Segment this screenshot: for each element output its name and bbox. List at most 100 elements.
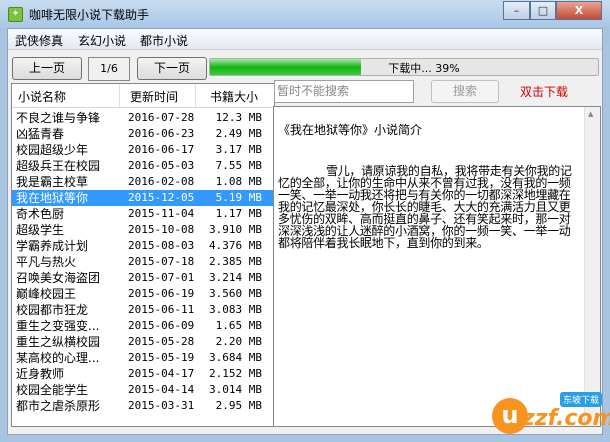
table-row[interactable]: 近身教师 2015-04-17 2.152 MB — [12, 366, 274, 382]
header-size[interactable]: 书籍大小 — [210, 88, 258, 105]
book-size: 12.3 MB — [215, 111, 262, 124]
page-indicator: 1/6 — [88, 57, 130, 81]
synopsis-panel: 《我在地狱等你》小说简介 雪儿，请原谅我的自私，我将带走有关你我的记忆的全部，让… — [273, 106, 601, 427]
novel-name: 不良之谁与争锋 — [16, 111, 101, 125]
minimize-button[interactable]: – — [503, 1, 530, 20]
table-row[interactable]: 重生之纵横校园 2015-05-28 2.20 MB — [12, 334, 274, 350]
table-row[interactable]: 超级兵王在校园 2016-05-03 7.55 MB — [12, 158, 274, 174]
table-row[interactable]: 校园都市狂龙 2015-06-11 3.083 MB — [12, 302, 274, 318]
update-date: 2015-06-09 — [128, 319, 195, 332]
book-size: 3.910 MB — [209, 223, 262, 236]
table-row[interactable]: 都市之虐杀原形 2015-03-31 2.95 MB — [12, 398, 274, 414]
update-date: 2016-07-28 — [128, 111, 195, 124]
table-row[interactable]: 学霸养成计划 2015-08-03 4.376 MB — [12, 238, 274, 254]
book-size: 2.49 MB — [215, 127, 262, 140]
table-row[interactable]: 校园超级少年 2016-06-17 3.17 MB — [12, 142, 274, 158]
book-size: 1.17 MB — [215, 207, 262, 220]
header-date[interactable]: 更新时间 — [130, 88, 178, 105]
synopsis-scrollbar[interactable]: ▲ — [584, 107, 600, 426]
menu-bar: 武侠修真 玄幻小说 都市小说 — [8, 29, 602, 50]
update-date: 2015-03-31 — [128, 399, 195, 412]
app-icon: ✦ — [8, 7, 23, 22]
novel-name: 重生之变强变... — [16, 319, 100, 333]
novel-name: 校园超级少年 — [16, 143, 89, 157]
table-row[interactable]: 我是霸主校草 2016-02-08 1.08 MB — [12, 174, 274, 190]
table-row[interactable]: 校园全能学生 2015-04-14 3.014 MB — [12, 382, 274, 398]
book-size: 3.083 MB — [209, 303, 262, 316]
book-size: 5.19 MB — [215, 191, 262, 204]
novel-name: 校园全能学生 — [16, 383, 89, 397]
table-row[interactable]: 平凡与热火 2015-07-18 2.385 MB — [12, 254, 274, 270]
novel-name: 巅峰校园王 — [16, 287, 77, 301]
novel-name: 我在地狱等你 — [16, 191, 89, 205]
book-size: 1.65 MB — [215, 319, 262, 332]
novel-name: 近身教师 — [16, 367, 65, 381]
update-date: 2015-07-01 — [128, 271, 195, 284]
novel-list[interactable]: 小说名称 更新时间 书籍大小 不良之谁与争锋 2016-07-28 12.3 MB 凶… — [11, 83, 275, 427]
menu-dushi[interactable]: 都市小说 — [140, 32, 188, 49]
novel-name: 都市之虐杀原形 — [16, 399, 101, 413]
menu-xuanhuan[interactable]: 玄幻小说 — [78, 32, 126, 49]
update-date: 2015-11-04 — [128, 207, 195, 220]
table-row[interactable]: 巅峰校园王 2015-06-19 3.560 MB — [12, 286, 274, 302]
main-window: 武侠修真 玄幻小说 都市小说 上一页 1/6 下一页 下载中... 39% 小说… — [7, 28, 603, 435]
update-date: 2016-05-03 — [128, 159, 195, 172]
table-row[interactable]: 重生之变强变... 2015-06-09 1.65 MB — [12, 318, 274, 334]
novel-name: 我是霸主校草 — [16, 175, 89, 189]
book-size: 2.95 MB — [215, 399, 262, 412]
novel-name: 重生之纵横校园 — [16, 335, 101, 349]
update-date: 2016-06-23 — [128, 127, 195, 140]
update-date: 2015-06-11 — [128, 303, 195, 316]
update-date: 2015-06-19 — [128, 287, 195, 300]
update-date: 2015-04-17 — [128, 367, 195, 380]
novel-name: 校园都市狂龙 — [16, 303, 89, 317]
list-header: 小说名称 更新时间 书籍大小 — [12, 84, 274, 108]
book-size: 3.684 MB — [209, 351, 262, 364]
update-date: 2015-08-03 — [128, 239, 195, 252]
book-size: 1.08 MB — [215, 175, 262, 188]
synopsis-body: 雪儿，请原谅我的自私，我将带走有关你我的记忆的全部，让你的生命中从来不曾有过我，… — [278, 164, 572, 250]
scroll-up-icon[interactable]: ▲ — [588, 110, 593, 118]
title-bar: ✦ 咖啡无限小说下载助手 – □ X — [0, 0, 610, 28]
download-progress: 下载中... 39% — [209, 58, 599, 76]
close-button[interactable]: X — [556, 1, 602, 20]
novel-name: 超级学生 — [16, 223, 65, 237]
synopsis-title: 《我在地狱等你》小说简介 — [278, 123, 423, 137]
watermark-logo: u zzf.com 东坡下载 — [492, 392, 610, 438]
search-button[interactable]: 搜索 — [431, 80, 499, 103]
novel-name: 超级兵王在校园 — [16, 159, 101, 173]
novel-name: 召唤美女海盗团 — [16, 271, 101, 285]
book-size: 3.014 MB — [209, 383, 262, 396]
book-size: 2.152 MB — [209, 367, 262, 380]
update-date: 2015-05-19 — [128, 351, 195, 364]
book-size: 2.20 MB — [215, 335, 262, 348]
prev-page-button[interactable]: 上一页 — [12, 57, 82, 80]
novel-name: 学霸养成计划 — [16, 239, 89, 253]
book-size: 3.17 MB — [215, 143, 262, 156]
book-size: 7.55 MB — [215, 159, 262, 172]
table-row[interactable]: 奇术色厨 2015-11-04 1.17 MB — [12, 206, 274, 222]
table-row[interactable]: 我在地狱等你 2015-12-05 5.19 MB — [12, 190, 274, 206]
next-page-button[interactable]: 下一页 — [137, 57, 207, 80]
table-row[interactable]: 凶猛青春 2016-06-23 2.49 MB — [12, 126, 274, 142]
table-row[interactable]: 超级学生 2015-10-08 3.910 MB — [12, 222, 274, 238]
window-title: 咖啡无限小说下载助手 — [29, 8, 150, 22]
update-date: 2016-06-17 — [128, 143, 195, 156]
download-hint: 双击下载 — [520, 85, 569, 99]
novel-name: 某高校的心理... — [16, 351, 100, 365]
maximize-button[interactable]: □ — [530, 1, 556, 20]
header-name[interactable]: 小说名称 — [18, 88, 66, 105]
menu-wuxia[interactable]: 武侠修真 — [15, 32, 63, 49]
table-row[interactable]: 召唤美女海盗团 2015-07-01 3.214 MB — [12, 270, 274, 286]
update-date: 2015-07-18 — [128, 255, 195, 268]
update-date: 2016-02-08 — [128, 175, 195, 188]
book-size: 3.560 MB — [209, 287, 262, 300]
table-row[interactable]: 不良之谁与争锋 2016-07-28 12.3 MB — [12, 110, 274, 126]
novel-name: 奇术色厨 — [16, 207, 65, 221]
update-date: 2015-05-28 — [128, 335, 195, 348]
book-size: 2.385 MB — [209, 255, 262, 268]
book-size: 3.214 MB — [209, 271, 262, 284]
table-row[interactable]: 某高校的心理... 2015-05-19 3.684 MB — [12, 350, 274, 366]
novel-name: 平凡与热火 — [16, 255, 77, 269]
search-input[interactable]: 暂时不能搜索 — [274, 80, 414, 103]
